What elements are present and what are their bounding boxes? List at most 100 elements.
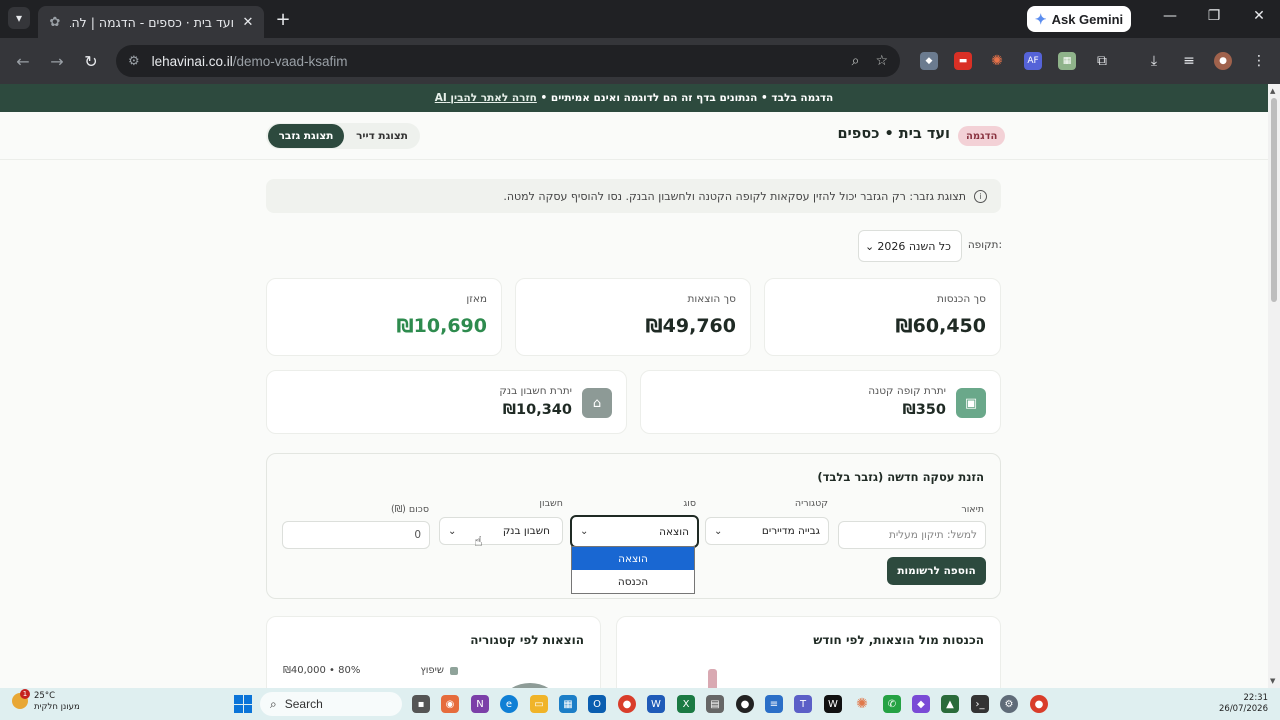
clock-date: 26/07/2026 [1219, 704, 1268, 714]
taskbar-search[interactable]: ⌕ Search [260, 692, 402, 716]
profile-avatar[interactable]: ● [1214, 52, 1232, 70]
app-purple-icon[interactable]: ◆ [912, 695, 930, 713]
calculator-icon[interactable]: ▤ [706, 695, 724, 713]
type-select[interactable]: ⌄ הוצאה [570, 515, 699, 548]
demo-badge: הדגמה [958, 126, 1006, 146]
extension-af-icon[interactable]: AF [1024, 52, 1042, 70]
hand-cursor-icon: ☝ [474, 534, 483, 550]
income-card: סך הכנסות ₪60,450 [764, 278, 1001, 356]
settings-icon[interactable]: ⚙ [1000, 695, 1018, 713]
back-button[interactable]: ← [12, 50, 34, 72]
outlook-icon[interactable]: O [588, 695, 606, 713]
type-option-expense[interactable]: הוצאה [572, 547, 694, 570]
category-chart-card: הוצאות לפי קטגוריה שיפוץ ₪40,000 • 80% [266, 616, 601, 688]
tab-search-button[interactable]: ▾ [8, 7, 30, 29]
onenote-icon[interactable]: N [471, 695, 489, 713]
type-dropdown-list: הוצאה הכנסה [571, 546, 695, 594]
minimize-window-button[interactable]: — [1156, 8, 1184, 24]
store-icon[interactable]: ▦ [559, 695, 577, 713]
page-scrollbar[interactable]: ▲ ▼ [1268, 84, 1280, 688]
reload-button[interactable]: ↻ [80, 50, 102, 72]
account-select[interactable]: ⌄ חשבון בנק [439, 517, 563, 545]
expenses-value: ₪49,760 [645, 315, 736, 337]
extension-3-icon[interactable]: ✺ [988, 52, 1006, 70]
category-chart-title: הוצאות לפי קטגוריה [470, 633, 584, 647]
period-label: תקופה: [967, 239, 1002, 251]
excel-icon[interactable]: X [677, 695, 695, 713]
start-button[interactable] [234, 695, 252, 713]
form-title: הזנת עסקה חדשה (גזבר בלבד) [817, 470, 984, 484]
notepad-icon[interactable]: ≡ [765, 695, 783, 713]
scroll-down-icon[interactable]: ▼ [1270, 677, 1275, 685]
whatsapp-icon[interactable]: ✆ [883, 695, 901, 713]
terminal-icon[interactable]: ›_ [971, 695, 989, 713]
task-view-icon[interactable]: ▪ [412, 695, 430, 713]
app-header: הדגמה ועד בית • כספים תצוגת גזבר תצוגת ד… [0, 112, 1268, 160]
site-settings-icon[interactable]: ⚙ [128, 54, 140, 69]
amount-label: סכום (₪) [391, 504, 429, 515]
url-path: /demo-vaad-ksafim [232, 53, 348, 69]
weather-widget[interactable]: 1 25°C מעונן חלקית [12, 689, 80, 713]
restore-window-button[interactable]: ❐ [1200, 8, 1228, 24]
copilot-icon[interactable]: ◉ [441, 695, 459, 713]
treasurer-view-button[interactable]: תצוגת גזבר [268, 124, 344, 148]
extension-1-icon[interactable]: ◆ [920, 52, 938, 70]
info-notice: i תצוגת גזבר: רק הגזבר יכול להזין עסקאות… [266, 179, 1001, 213]
search-icon: ⌕ [270, 696, 277, 711]
demo-banner-text: הדגמה בלבד • הנתונים בדף זה הם לדוגמה וא… [540, 92, 834, 104]
scroll-up-icon[interactable]: ▲ [1270, 87, 1275, 95]
extensions-puzzle-icon[interactable]: ⧉ [1093, 52, 1111, 70]
zoom-icon[interactable]: ⌕ [852, 53, 860, 69]
chrome-active-icon[interactable]: ● [1030, 695, 1048, 713]
type-option-income[interactable]: הכנסה [572, 570, 694, 593]
media-controls-icon[interactable]: ≡ [1180, 52, 1198, 70]
monthly-chart-card: הכנסות מול הוצאות, לפי חודש [616, 616, 1001, 688]
add-to-records-button[interactable]: הוספה לרשומות [887, 557, 986, 585]
word-icon[interactable]: W [647, 695, 665, 713]
bookmark-star-icon[interactable]: ☆ [875, 53, 888, 69]
close-window-button[interactable]: ✕ [1245, 8, 1273, 24]
extension-5-icon[interactable]: ▦ [1058, 52, 1076, 70]
gemini-sparkle-icon: ✦ [1034, 10, 1047, 27]
period-select[interactable]: ⌄ כל השנה 2026 [858, 230, 962, 262]
edge-icon[interactable]: e [500, 695, 518, 713]
chrome-icon[interactable]: ● [618, 695, 636, 713]
weather-temp: 25°C [34, 691, 56, 701]
account-label: חשבון [539, 498, 563, 509]
ask-gemini-label: Ask Gemini [1051, 11, 1124, 27]
back-to-site-link[interactable]: חזרה לאתר להבין AI [435, 92, 537, 104]
forward-button[interactable]: → [46, 50, 68, 72]
address-bar[interactable]: ⚙ lehavinai.co.il/demo-vaad-ksafim ⌕ ☆ [116, 45, 900, 77]
app-icon[interactable]: ● [736, 695, 754, 713]
downloads-icon[interactable]: ⤓ [1145, 52, 1163, 70]
browser-tab[interactable]: ✿ ועד בית · כספים - הדגמה | להבין ✕ [38, 6, 264, 38]
monthly-chart-title: הכנסות מול הוצאות, לפי חודש [813, 633, 984, 647]
weather-desc: מעונן חלקית [34, 702, 80, 712]
scrollbar-thumb[interactable] [1271, 98, 1277, 302]
file-explorer-icon[interactable]: ▭ [530, 695, 548, 713]
app-w-icon[interactable]: W [824, 695, 842, 713]
tenant-view-button[interactable]: תצוגת דייר [346, 124, 418, 148]
clock-time: 22:31 [1243, 693, 1269, 703]
legend-value: ₪40,000 • 80% [283, 665, 361, 676]
chart-bar [708, 669, 717, 688]
balance-value: ₪10,690 [396, 315, 487, 337]
browser-menu-icon[interactable]: ⋮ [1250, 52, 1268, 70]
extension-2-icon[interactable]: ▬ [954, 52, 972, 70]
close-tab-icon[interactable]: ✕ [240, 14, 256, 30]
category-select[interactable]: ⌄ גבייה מדיירים [705, 517, 829, 545]
description-placeholder: למשל: תיקון מעלית [888, 529, 977, 541]
demo-banner: הדגמה בלבד • הנתונים בדף זה הם לדוגמה וא… [0, 84, 1268, 112]
app-green-icon[interactable]: ▲ [941, 695, 959, 713]
new-tab-button[interactable]: + [272, 8, 294, 30]
ask-gemini-button[interactable]: ✦ Ask Gemini [1027, 6, 1131, 32]
amount-input[interactable]: 0 [282, 521, 430, 549]
teams-icon[interactable]: T [794, 695, 812, 713]
url-text[interactable]: lehavinai.co.il/demo-vaad-ksafim [152, 54, 836, 69]
extension-af-label: AF [1027, 56, 1039, 66]
system-clock[interactable]: 22:31 26/07/2026 [1219, 693, 1268, 715]
category-value: גבייה מדיירים [761, 525, 820, 537]
claude-icon[interactable]: ✺ [853, 695, 871, 713]
description-input[interactable]: למשל: תיקון מעלית [838, 521, 986, 549]
amount-value: 0 [414, 529, 421, 541]
